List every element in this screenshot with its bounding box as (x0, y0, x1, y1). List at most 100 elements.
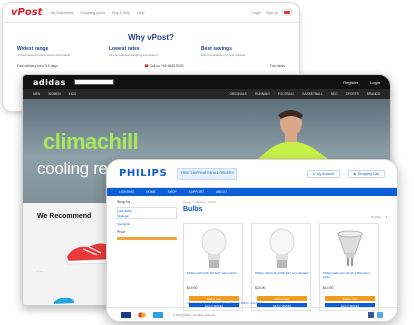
chevron-down-icon[interactable]: ▾ (385, 215, 387, 219)
adidas-nav-item[interactable]: WOMEN (48, 92, 61, 96)
feature-title: Best savings (201, 46, 232, 52)
call-number[interactable]: +65 6845 9000 (161, 64, 184, 68)
page-title: Bulbs (183, 206, 203, 213)
bulb-image (201, 228, 227, 268)
delivery-text: Fast delivery from 3-5 days (17, 63, 58, 68)
call-label: Call us (149, 63, 160, 68)
philips-nav-item[interactable]: HOME (146, 190, 156, 194)
filter-item[interactable]: Spotlights (117, 222, 177, 226)
philips-nav: LIGHTING HOME SHOP SUPPORT ABOUT (107, 188, 397, 196)
adidas-nav-item[interactable]: BASKETBALL (302, 92, 322, 96)
visa-icon (121, 311, 131, 318)
product-name[interactable]: Philips LED spot GU10 4.5W warm white (323, 271, 377, 280)
product-name[interactable]: Philips LED bulb 9.5W E27 cool daylight (255, 271, 309, 276)
deals-text[interactable]: Fan deals (270, 64, 285, 68)
add-to-cart-button[interactable]: Add to Cart (325, 296, 375, 301)
spotlight-image (337, 230, 363, 266)
adidas-nav-item[interactable]: NEO (331, 92, 338, 96)
feature-desc: of international online stores and brand… (17, 53, 71, 57)
vpost-bottom-strip: Fast delivery from 3-5 days ☎ Call us +6… (3, 58, 299, 68)
philips-account-area: ● My Account ■ Shopping Cart (306, 169, 385, 178)
adidas-account-links: Register Login (343, 80, 380, 85)
vpost-features: Widest range of international online sto… (3, 42, 299, 58)
sort-label: Sort by: (371, 215, 382, 219)
product-grid: Philips LED bulb 6W E27 warm white $19.9… (183, 223, 387, 311)
shipping-promo[interactable]: FREE SHIPPING ON ALL ORDERS (177, 167, 238, 180)
philips-logo[interactable]: PHILIPS (119, 168, 167, 179)
product-price: $14.90 (323, 286, 334, 290)
account-button[interactable]: ● My Account (306, 169, 340, 178)
flag-icon[interactable] (282, 9, 292, 16)
product-card[interactable]: Philips LED spot GU10 4.5W warm white $1… (319, 223, 379, 311)
product-card[interactable]: Philips LED bulb 6W E27 warm white $19.9… (183, 223, 243, 311)
vpost-feature: Widest range of international online sto… (17, 46, 101, 58)
adidas-nav-item[interactable]: MEN (33, 92, 40, 96)
adidas-header: adidas Register Login (23, 75, 390, 89)
philips-nav-item[interactable]: LIGHTING (119, 190, 134, 194)
filter-item[interactable]: LED Bulbs (118, 209, 176, 213)
breadcrumb[interactable]: Home > Lighting > Bulbs (183, 200, 387, 204)
twitter-icon[interactable] (377, 311, 383, 318)
vpost-nav-item[interactable]: Buy & Ship (112, 11, 130, 15)
product-listing: Home > Lighting > Bulbs Bulbs Sort by: ▾… (183, 200, 387, 311)
mastercard-icon (138, 311, 146, 318)
footer-links[interactable]: About Us | Terms & Conditions | Privacy … (187, 301, 262, 305)
feature-title: Lowest rates (109, 46, 140, 52)
facebook-icon[interactable] (368, 311, 374, 318)
add-to-cart-button[interactable]: Add to Cart (257, 296, 307, 301)
philips-nav-item[interactable]: ABOUT (216, 190, 227, 194)
vpost-feature: Lowest rates for international shipping … (109, 46, 193, 58)
adidas-nav-item[interactable]: RUNNING (255, 92, 270, 96)
vpost-nav-item[interactable]: Shopping guide (80, 11, 105, 15)
vpost-feature: Best savings with consolidation of your … (201, 46, 285, 58)
phone-icon: ☎ (144, 63, 149, 68)
showcase: vPost My Shipments Shopping guide Buy & … (0, 0, 414, 325)
shoe-thumbnail-icon[interactable] (53, 295, 75, 305)
adidas-nav-item[interactable]: FOOTBALL (278, 92, 295, 96)
call-us: ☎ Call us +65 6845 9000 (144, 64, 183, 68)
adidas-logo[interactable]: adidas (33, 78, 66, 87)
sort-bar: Sort by: ▾ (183, 215, 387, 219)
vpost-account-links: Login Sign up (252, 9, 292, 16)
social-links (368, 311, 383, 318)
cart-icon: ■ (353, 171, 356, 176)
price-label: Price (117, 230, 126, 234)
filter-item[interactable]: Halogen (118, 214, 176, 218)
philips-footer: © 2015 Philips. All rights reserved. (107, 307, 397, 321)
feature-desc: with consolidation of your parcels (201, 53, 246, 57)
vpost-nav-item[interactable]: My Shipments (50, 11, 73, 15)
adidas-nav: MEN WOMEN KIDS ORIGINALS RUNNING FOOTBAL… (23, 89, 390, 99)
vpost-signup-link[interactable]: Sign up (266, 11, 278, 15)
price-slider[interactable] (117, 237, 177, 240)
product-caption: · · · (37, 269, 44, 274)
hero-title: climachill (43, 129, 139, 154)
vpost-nav: My Shipments Shopping guide Buy & Ship H… (50, 11, 144, 15)
paypal-icon (153, 311, 163, 318)
philips-body: Shop by LED Bulbs Halogen Spotlights Pri… (107, 196, 397, 311)
adidas-nav-item[interactable]: KIDS (69, 92, 76, 96)
vpost-nav-item[interactable]: Help (137, 11, 144, 15)
vpost-login-link[interactable]: Login (252, 11, 261, 15)
adidas-nav-item[interactable]: SPORTS (346, 92, 359, 96)
bulb-image (269, 228, 295, 268)
philips-nav-item[interactable]: SUPPORT (189, 190, 204, 194)
adidas-nav-item[interactable]: BRANDS (367, 92, 380, 96)
product-name[interactable]: Philips LED bulb 6W E27 warm white (187, 271, 241, 276)
filter-box: LED Bulbs Halogen (117, 207, 177, 219)
user-icon: ● (312, 171, 315, 176)
philips-website-card[interactable]: PHILIPS FREE SHIPPING ON ALL ORDERS ● My … (106, 159, 398, 322)
product-price: $24.90 (255, 286, 266, 290)
adidas-nav-item[interactable]: ORIGINALS (229, 92, 246, 96)
adidas-login-link[interactable]: Login (370, 80, 380, 85)
adidas-register-link[interactable]: Register (343, 80, 358, 85)
product-card[interactable]: Philips LED bulb 9.5W E27 cool daylight … (251, 223, 311, 311)
feature-desc: for international shipping and delivery (109, 53, 159, 57)
feature-title: Widest range (17, 46, 49, 52)
recommend-title: We Recommend (37, 213, 92, 220)
adidas-search-input[interactable] (73, 79, 114, 85)
philips-nav-item[interactable]: SHOP (168, 190, 177, 194)
account-label: My Account (316, 171, 334, 176)
vpost-logo[interactable]: vPost (11, 7, 42, 18)
vpost-header: vPost My Shipments Shopping guide Buy & … (3, 3, 299, 23)
cart-button[interactable]: ■ Shopping Cart (347, 169, 385, 178)
